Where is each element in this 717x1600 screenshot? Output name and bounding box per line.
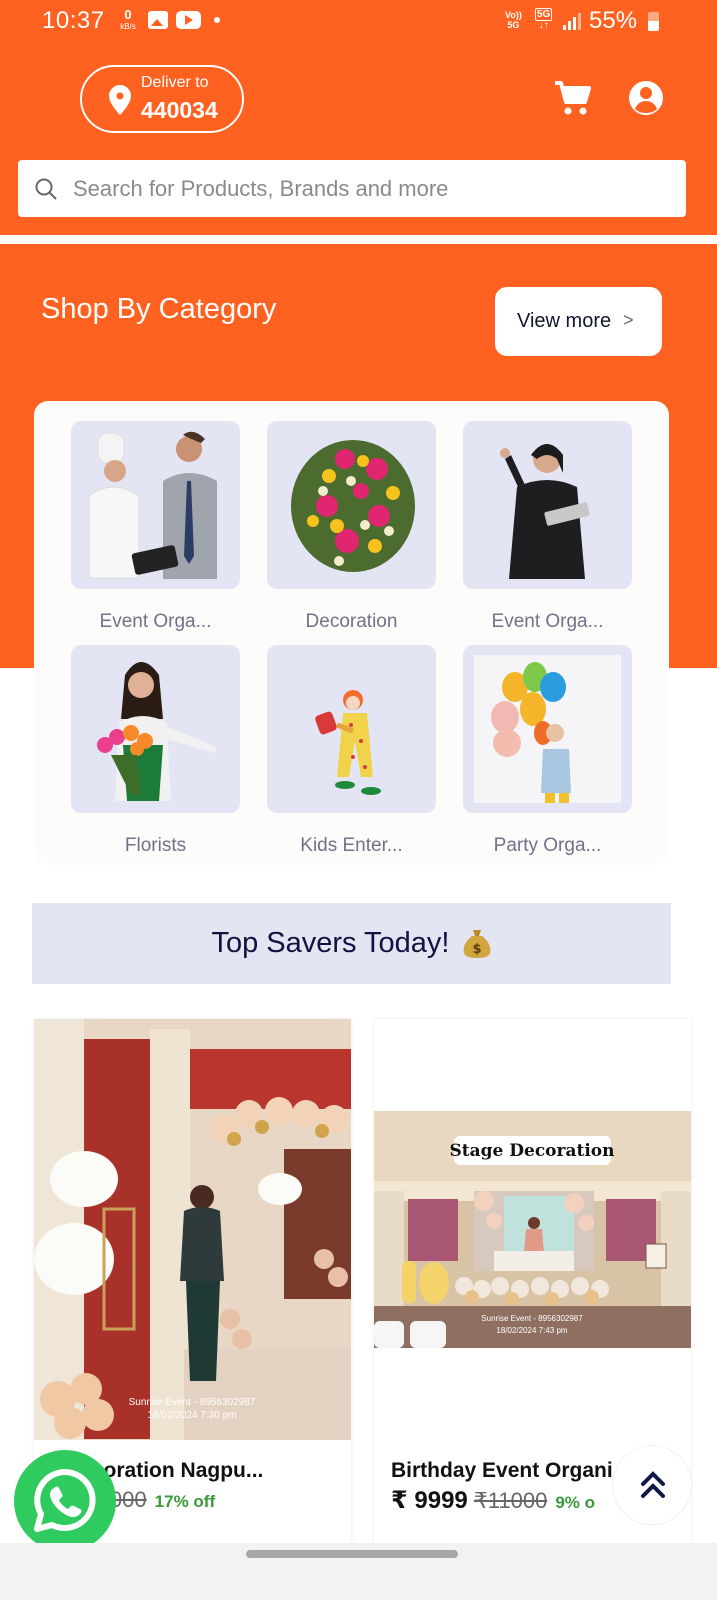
category-image-flower-bouquet bbox=[267, 421, 436, 589]
volte-label: Vo)) bbox=[505, 10, 522, 20]
category-item-event-organizer[interactable]: Event Orga... bbox=[71, 421, 240, 633]
category-image-chef-and-manager bbox=[71, 421, 240, 589]
search-bar[interactable]: Search for Products, Brands and more bbox=[18, 160, 686, 217]
scroll-to-top-button[interactable] bbox=[612, 1445, 692, 1525]
network-type-icon: 5G ↓↑ bbox=[535, 8, 553, 31]
category-image-florist-with-flowers bbox=[71, 645, 240, 813]
youtube-notification-icon bbox=[176, 11, 201, 29]
volte-icon: Vo)) 5G bbox=[505, 10, 522, 30]
view-more-label: View more bbox=[517, 310, 612, 332]
product-prices: ₹ 9999 ₹11000 9% o bbox=[391, 1486, 595, 1515]
category-item-party-organizer[interactable]: Party Orga... bbox=[463, 645, 632, 857]
search-input[interactable]: Search for Products, Brands and more bbox=[73, 176, 448, 202]
category-image-clown bbox=[267, 645, 436, 813]
header-divider bbox=[0, 235, 717, 244]
top-savers-heading: Top Savers Today! $ bbox=[32, 926, 671, 960]
status-time: 10:37 bbox=[42, 7, 105, 34]
product-name: Birthday Event Organi bbox=[391, 1459, 613, 1482]
deliver-to-location-button[interactable]: Deliver to 440034 bbox=[80, 65, 244, 133]
battery-icon bbox=[648, 12, 659, 31]
category-item-kids-entertainment[interactable]: Kids Enter... bbox=[267, 645, 436, 857]
signal-strength-icon bbox=[563, 13, 581, 30]
whatsapp-icon bbox=[34, 1469, 96, 1532]
app-header: Deliver to 440034 Search for Products, B… bbox=[0, 42, 717, 235]
product-mrp: ₹11000 bbox=[473, 1488, 548, 1513]
cart-icon[interactable] bbox=[553, 80, 591, 116]
image-watermark-date: 18/02/2024 7:43 pm bbox=[496, 1326, 568, 1335]
deliver-to-label: Deliver to bbox=[141, 74, 209, 91]
svg-text:$: $ bbox=[472, 942, 481, 957]
category-item-event-organizer-2[interactable]: Event Orga... bbox=[463, 421, 632, 633]
network-speed-value: 0 bbox=[124, 7, 132, 22]
shop-by-category-title: Shop By Category bbox=[41, 293, 277, 325]
category-grid: Event Orga... Decoration Event Orga... F… bbox=[34, 401, 669, 865]
location-pin-icon bbox=[109, 85, 131, 115]
image-watermark-caption: Sunrise Event - 8956302987 bbox=[481, 1314, 583, 1323]
top-savers-title: Top Savers Today! bbox=[211, 927, 450, 959]
money-bag-icon: $ bbox=[463, 930, 490, 958]
category-label: Decoration bbox=[305, 611, 398, 632]
volte-sub: 5G bbox=[507, 20, 520, 30]
category-item-decoration[interactable]: Decoration bbox=[267, 421, 436, 633]
account-icon[interactable] bbox=[628, 80, 664, 116]
category-image-businesswoman-with-tablet bbox=[463, 421, 632, 589]
home-gesture-handle[interactable] bbox=[246, 1550, 458, 1558]
product-image-birthday-stage-decoration: Stage Decoration Sunrise Event - 8956302… bbox=[374, 1111, 691, 1348]
more-notifications-dot-icon bbox=[214, 17, 220, 23]
category-label: Kids Enter... bbox=[300, 835, 403, 856]
image-watermark-date: 18/02/2024 7:30 pm bbox=[148, 1410, 237, 1421]
category-image-girl-with-balloons bbox=[463, 645, 632, 813]
network-speed-unit: kB/s bbox=[120, 22, 136, 31]
double-chevron-up-icon bbox=[641, 1471, 665, 1498]
product-discount: 9% o bbox=[555, 1493, 595, 1512]
category-label: Event Orga... bbox=[491, 611, 604, 632]
network-speed: 0 kB/s bbox=[117, 8, 139, 31]
product-price: ₹ 9999 bbox=[391, 1487, 468, 1514]
category-label: Event Orga... bbox=[99, 611, 212, 632]
whatsapp-chat-button[interactable] bbox=[14, 1450, 116, 1552]
delivery-pincode: 440034 bbox=[141, 97, 218, 123]
product-image-decoration-nagpur: Sunrise Event - 8956302987 18/02/2024 7:… bbox=[34, 1019, 351, 1440]
network-type-label: 5G bbox=[535, 8, 553, 21]
category-label: Party Orga... bbox=[493, 835, 602, 856]
category-label: Florists bbox=[124, 835, 187, 856]
product-discount: 17% off bbox=[154, 1492, 216, 1511]
image-banner-text: Stage Decoration bbox=[450, 1141, 615, 1161]
status-bar: 10:37 0 kB/s Vo)) 5G 5G ↓↑ 55% bbox=[0, 0, 717, 42]
gallery-notification-icon bbox=[148, 11, 168, 29]
image-watermark-caption: Sunrise Event - 8956302987 bbox=[129, 1397, 256, 1408]
top-savers-banner: Top Savers Today! $ bbox=[32, 903, 671, 984]
view-more-button[interactable]: View more > bbox=[495, 287, 662, 356]
category-item-florists[interactable]: Florists bbox=[71, 645, 240, 857]
chevron-right-icon: > bbox=[623, 310, 634, 330]
battery-percent: 55% bbox=[589, 7, 638, 34]
search-icon bbox=[35, 178, 57, 200]
